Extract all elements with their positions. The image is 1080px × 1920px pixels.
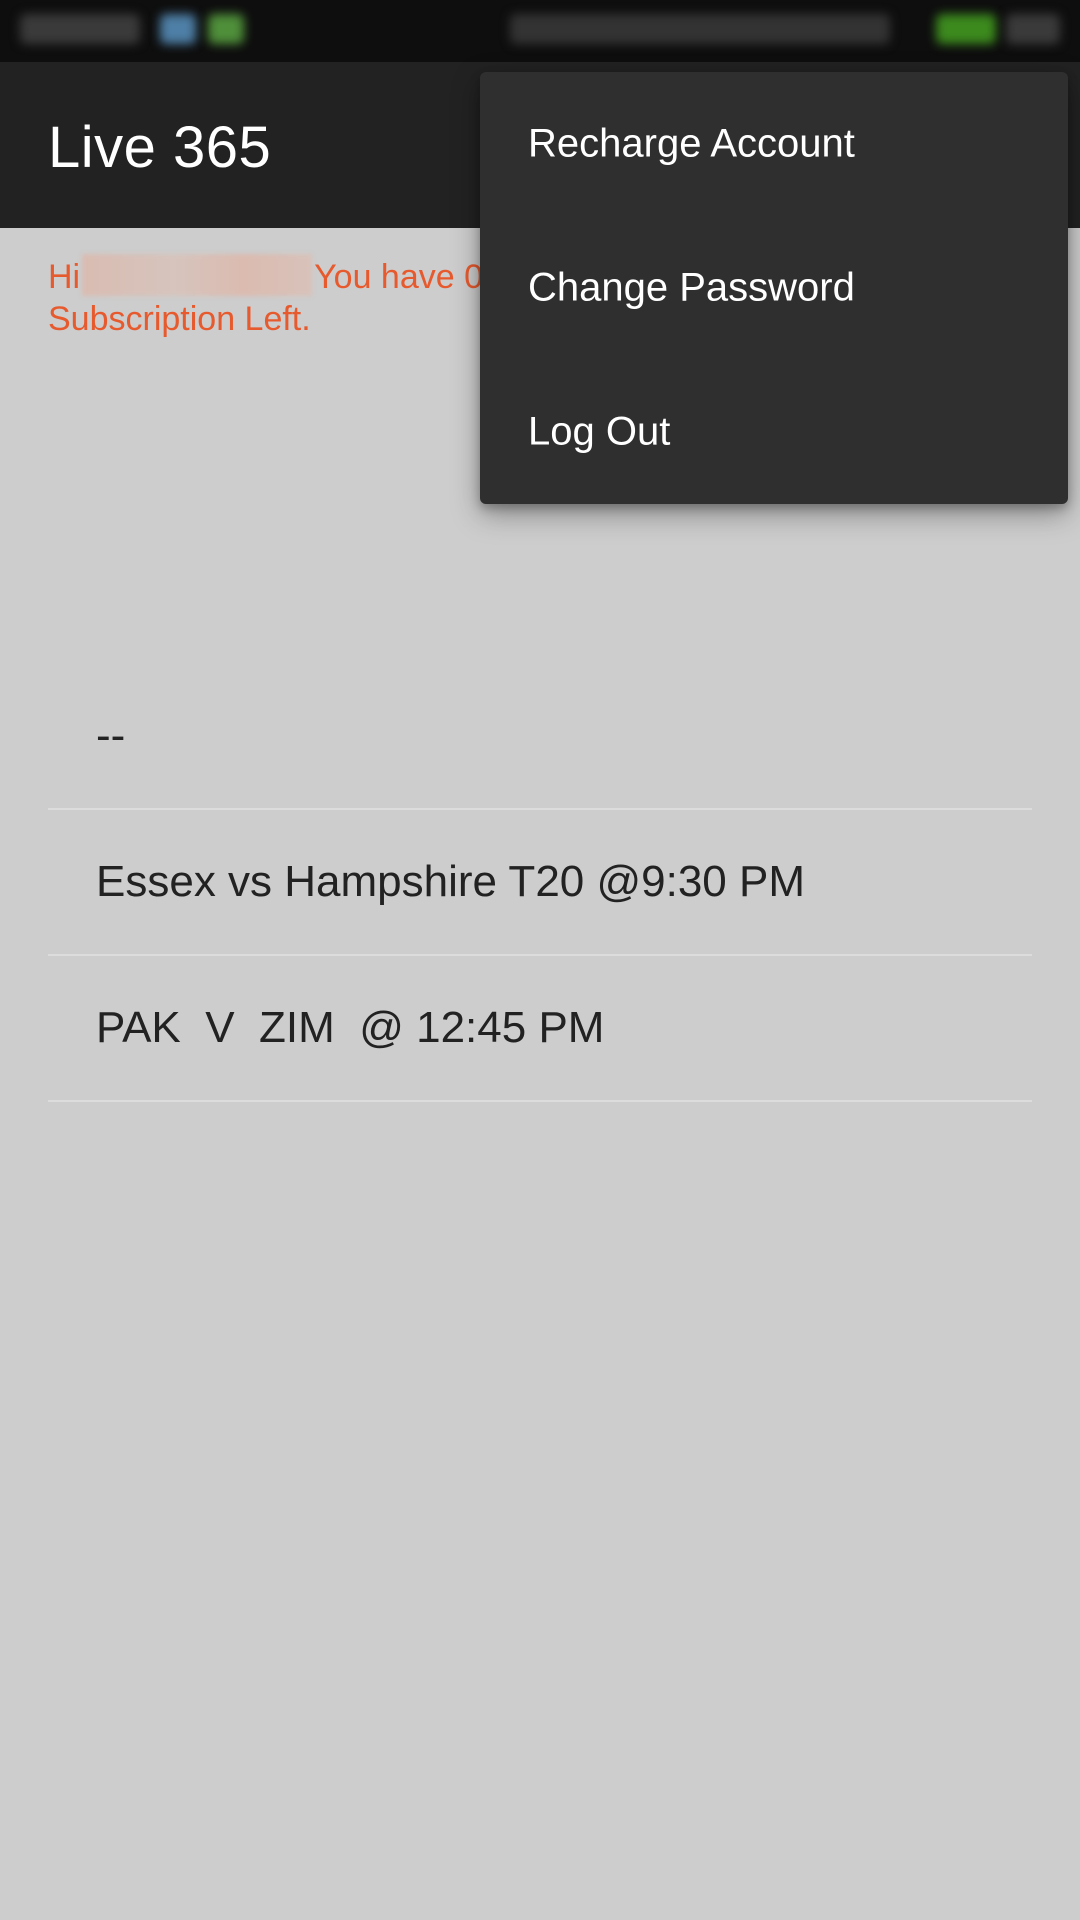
menu-item-change-password[interactable]: Change Password [480,216,1068,360]
match-list: -- Essex vs Hampshire T20 @9:30 PM PAK V… [48,664,1032,1102]
battery-icon [936,14,996,44]
greeting-prefix: Hi [48,258,81,296]
menu-item-label: Log Out [528,409,671,454]
list-item-label: Essex vs Hampshire T20 @9:30 PM [96,857,806,906]
status-bar [0,0,1080,62]
menu-item-log-out[interactable]: Log Out [480,360,1068,504]
status-blur-right [510,14,890,44]
status-blur-icon-blue [160,14,196,44]
greeting-line2: Subscription Left. [48,300,311,338]
list-item[interactable]: -- [48,664,1032,810]
status-blur-icon-green [208,14,244,44]
greeting-suffix: You have 0 [314,258,484,296]
overflow-menu: Recharge Account Change Password Log Out [480,72,1068,504]
list-item[interactable]: Essex vs Hampshire T20 @9:30 PM [48,810,1032,956]
list-item-label: PAK V ZIM @ 12:45 PM [96,1003,605,1052]
list-item[interactable]: PAK V ZIM @ 12:45 PM [48,956,1032,1102]
status-blur-left [20,14,140,44]
app-title: Live 365 [48,115,272,180]
menu-item-label: Recharge Account [528,121,855,166]
menu-item-label: Change Password [528,265,855,310]
menu-item-recharge-account[interactable]: Recharge Account [480,72,1068,216]
list-item-label: -- [96,711,126,760]
redacted-username [82,254,313,296]
status-blur-time [1006,14,1060,44]
